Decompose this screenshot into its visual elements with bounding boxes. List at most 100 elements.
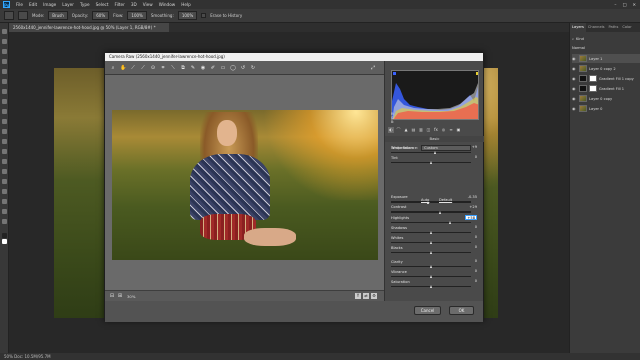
clarity-handle[interactable] bbox=[429, 265, 432, 269]
stamp-tool-icon[interactable] bbox=[2, 109, 7, 114]
healing-tool-icon[interactable] bbox=[2, 89, 7, 94]
preview-image[interactable] bbox=[112, 110, 378, 260]
menu-image[interactable]: Image bbox=[43, 2, 56, 7]
hand-icon[interactable]: ✋ bbox=[120, 65, 126, 71]
eraser-tool-icon[interactable] bbox=[2, 129, 7, 134]
zoom-tool-icon[interactable] bbox=[2, 219, 7, 224]
visibility-eye-icon[interactable]: ◉ bbox=[572, 86, 577, 91]
foreground-color-swatch[interactable] bbox=[2, 233, 7, 238]
default-link[interactable]: Default bbox=[439, 198, 452, 202]
document-tab[interactable]: 2560x1440_jennifer-lawrence-hot-hood.jpg… bbox=[9, 23, 169, 32]
vibrance-handle[interactable] bbox=[429, 275, 432, 279]
eraser-tool-preset[interactable] bbox=[4, 11, 14, 20]
background-color-swatch[interactable] bbox=[2, 239, 7, 244]
red-eye-icon[interactable]: ◉ bbox=[200, 65, 206, 71]
blacks-value-field[interactable]: 0 bbox=[465, 245, 477, 250]
spot-removal-icon[interactable]: ✎ bbox=[190, 65, 196, 71]
smoothing-field[interactable]: 100% bbox=[177, 11, 198, 20]
erase-to-history-checkbox[interactable] bbox=[201, 13, 207, 18]
dodge-tool-icon[interactable] bbox=[2, 159, 7, 164]
visibility-eye-icon[interactable]: ◉ bbox=[572, 76, 577, 81]
tab-layers[interactable]: Layers bbox=[570, 23, 586, 32]
zoom-level[interactable]: 30% bbox=[127, 294, 135, 299]
radial-filter-icon[interactable]: ◯ bbox=[230, 65, 236, 71]
layer-row[interactable]: ◉ Gradient Fill 1 copy bbox=[572, 74, 640, 83]
rotate-left-icon[interactable]: ↺ bbox=[240, 65, 246, 71]
preview-settings-icon[interactable]: ⚙ bbox=[371, 293, 377, 299]
layer-row[interactable]: ◉ Layer 0 bbox=[572, 104, 640, 113]
contrast-value-field[interactable]: +29 bbox=[465, 205, 477, 210]
tint-value-field[interactable]: 0 bbox=[465, 155, 477, 160]
saturation-value-field[interactable]: 0 bbox=[465, 279, 477, 284]
adjustment-brush-icon[interactable]: ✐ bbox=[210, 65, 216, 71]
whites-handle[interactable] bbox=[429, 241, 432, 245]
path-select-tool-icon[interactable] bbox=[2, 189, 7, 194]
vibrance-value-field[interactable]: 0 bbox=[465, 269, 477, 274]
crop-icon[interactable]: ⌗ bbox=[160, 65, 166, 71]
temperature-handle[interactable] bbox=[434, 151, 437, 155]
shape-tool-icon[interactable] bbox=[2, 199, 7, 204]
lens-corrections-tab-icon[interactable]: ◫ bbox=[426, 127, 432, 133]
lasso-tool-icon[interactable] bbox=[2, 49, 7, 54]
shadow-clipping-icon[interactable] bbox=[393, 72, 396, 75]
marquee-tool-icon[interactable] bbox=[2, 39, 7, 44]
menu-type[interactable]: Type bbox=[80, 2, 90, 7]
tab-channels[interactable]: Channels bbox=[586, 23, 607, 32]
effects-tab-icon[interactable]: fx bbox=[433, 127, 439, 133]
contrast-track[interactable] bbox=[391, 211, 471, 213]
maximize-icon[interactable]: □ bbox=[623, 2, 627, 7]
temperature-value-field[interactable]: +9 bbox=[465, 145, 477, 150]
straighten-icon[interactable]: ⟍ bbox=[170, 65, 176, 71]
clarity-value-field[interactable]: 0 bbox=[465, 259, 477, 264]
menu-3d[interactable]: 3D bbox=[131, 2, 137, 7]
mode-select[interactable]: Brush bbox=[48, 11, 68, 20]
visibility-eye-icon[interactable]: ◉ bbox=[572, 56, 577, 61]
flow-field[interactable]: 100% bbox=[127, 11, 147, 20]
ok-button[interactable]: OK bbox=[449, 306, 474, 315]
type-tool-icon[interactable] bbox=[2, 179, 7, 184]
brush-preset[interactable] bbox=[18, 11, 28, 20]
snapshots-tab-icon[interactable]: ▣ bbox=[456, 127, 462, 133]
basic-tab-icon[interactable]: ◐ bbox=[388, 127, 394, 133]
pen-tool-icon[interactable] bbox=[2, 169, 7, 174]
menu-filter[interactable]: Filter bbox=[114, 2, 124, 7]
detail-tab-icon[interactable]: ▲ bbox=[403, 127, 409, 133]
gradient-tool-icon[interactable] bbox=[2, 139, 7, 144]
rotate-right-icon[interactable]: ↻ bbox=[250, 65, 256, 71]
before-after-icon[interactable]: ⇄ bbox=[363, 293, 369, 299]
highlights-track[interactable] bbox=[391, 221, 471, 224]
close-icon[interactable]: ✕ bbox=[632, 2, 636, 7]
highlights-value-field[interactable]: +58 bbox=[465, 215, 477, 221]
menu-file[interactable]: File bbox=[16, 2, 23, 7]
zoom-out-icon[interactable]: ⊟ bbox=[109, 293, 115, 299]
move-tool-icon[interactable] bbox=[2, 29, 7, 34]
hsl-tab-icon[interactable]: ▤ bbox=[411, 127, 417, 133]
color-sampler-icon[interactable]: ⟋ bbox=[140, 65, 146, 71]
hand-tool-icon[interactable] bbox=[2, 209, 7, 214]
blend-mode-select[interactable]: Normal bbox=[572, 46, 585, 50]
highlights-handle[interactable] bbox=[448, 221, 451, 225]
tab-color[interactable]: Color bbox=[620, 23, 633, 32]
tab-paths[interactable]: Paths bbox=[607, 23, 621, 32]
blur-tool-icon[interactable] bbox=[2, 149, 7, 154]
zoom-icon[interactable]: ⌕ bbox=[110, 65, 116, 71]
menu-window[interactable]: Window bbox=[159, 2, 176, 7]
shadows-handle[interactable] bbox=[429, 231, 432, 235]
opacity-field[interactable]: 60% bbox=[92, 11, 110, 20]
fullscreen-icon[interactable]: ⤢ bbox=[370, 65, 376, 71]
saturation-handle[interactable] bbox=[429, 285, 432, 289]
visibility-eye-icon[interactable]: ◉ bbox=[572, 96, 577, 101]
graduated-filter-icon[interactable]: ▭ bbox=[220, 65, 226, 71]
highlight-clipping-icon[interactable] bbox=[476, 72, 479, 75]
contrast-handle[interactable] bbox=[439, 210, 442, 214]
quick-select-tool-icon[interactable] bbox=[2, 59, 7, 64]
kind-filter[interactable]: Kind bbox=[576, 37, 584, 41]
eyedropper-tool-icon[interactable] bbox=[2, 79, 7, 84]
targeted-adjust-icon[interactable]: ⊙ bbox=[150, 65, 156, 71]
menu-layer[interactable]: Layer bbox=[62, 2, 74, 7]
white-balance-icon[interactable]: ⟋ bbox=[130, 65, 136, 71]
auto-link[interactable]: Auto bbox=[421, 198, 429, 202]
menu-edit[interactable]: Edit bbox=[29, 2, 37, 7]
shadows-value-field[interactable]: 0 bbox=[465, 225, 477, 230]
menu-select[interactable]: Select bbox=[96, 2, 109, 7]
